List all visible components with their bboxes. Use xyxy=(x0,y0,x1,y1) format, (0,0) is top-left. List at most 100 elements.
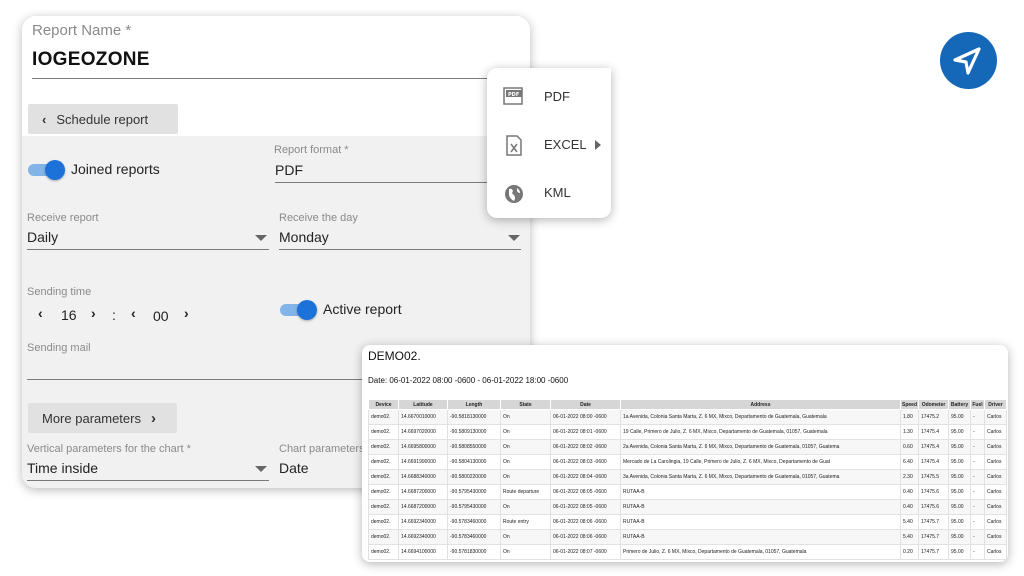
table-cell: -90.5783460000 xyxy=(447,514,501,530)
table-row: demo02. 14.6694100000 -90.5781830000 On 06-0… xyxy=(368,544,1007,560)
schedule-report-button[interactable]: ‹ Schedule report xyxy=(28,104,178,134)
joined-reports-label: Joined reports xyxy=(71,161,160,177)
table-cell: 2a Avenida, Colonia Santa Marta, Z. 6 MX… xyxy=(620,439,901,455)
table-cell: 14.6697020000 xyxy=(398,424,448,440)
hour-value[interactable]: 16 xyxy=(61,307,77,323)
table-cell: 3a Avenida, Colonia Santa Marta, Z. 6 MX… xyxy=(620,469,901,485)
table-body: demo02. 14.6670010000 -90.5818130000 On 06-0… xyxy=(368,409,1007,560)
table-cell: -90.5809130000 xyxy=(447,424,501,440)
column-header: Odometer xyxy=(918,399,949,410)
svg-text:PDF: PDF xyxy=(508,92,519,98)
table-cell: 0.40 xyxy=(900,499,919,515)
table-cell: Primero de Julio, Z. 6 MX, Mixco, Depart… xyxy=(620,544,901,560)
table-row: demo02. 14.6697020000 -90.5809130000 On 06-0… xyxy=(368,424,1007,440)
table-cell: -90.5795430000 xyxy=(447,484,501,500)
more-parameters-label: More parameters xyxy=(42,410,141,426)
table-cell: On xyxy=(500,469,551,485)
table-cell: 06-01-2022 08:03 -0600 xyxy=(550,454,621,470)
table-cell: 1a Avenida, Colonia Santa Marta, Z. 6 MX… xyxy=(620,409,901,425)
table-cell: 19 Calle, Primero de Julio, Z. 6 MX, Mix… xyxy=(620,424,901,440)
table-row: demo02. 14.6670010000 -90.5818130000 On 06-0… xyxy=(368,409,1007,425)
report-name-input[interactable]: IOGEOZONE xyxy=(32,49,150,71)
chevron-right-icon: › xyxy=(150,409,156,427)
minute-value[interactable]: 00 xyxy=(153,308,169,324)
table-cell: 95.00 xyxy=(948,439,971,455)
receive-day-underline xyxy=(279,249,521,250)
table-cell: 17475.4 xyxy=(918,439,949,455)
report-format-select[interactable]: PDF xyxy=(275,162,303,178)
table-cell: 14.6694100000 xyxy=(398,544,448,560)
column-header: Driver xyxy=(984,399,1007,410)
chevron-down-icon[interactable] xyxy=(255,466,267,472)
table-cell: 06-01-2022 08:00 -0600 xyxy=(550,409,621,425)
table-cell: 95.00 xyxy=(948,514,971,530)
chart-params-select[interactable]: Date xyxy=(279,460,309,476)
minute-decrease-icon[interactable]: ‹ xyxy=(131,305,136,321)
joined-reports-toggle[interactable] xyxy=(28,160,65,180)
table-cell: 0.60 xyxy=(900,439,919,455)
report-format-menu: PDF PDF EXCEL KML xyxy=(487,68,611,218)
send-arrow-icon xyxy=(953,47,981,75)
receive-report-select[interactable]: Daily xyxy=(27,229,58,245)
menu-item-kml[interactable]: KML xyxy=(487,173,611,213)
menu-item-pdf[interactable]: PDF PDF xyxy=(487,77,611,117)
table-cell: demo02. xyxy=(368,439,399,455)
table-cell: 06-01-2022 08:02 -0600 xyxy=(550,439,621,455)
table-cell: demo02. xyxy=(368,529,399,545)
table-row: demo02. 14.6687200000 -90.5795430000 Route … xyxy=(368,484,1007,500)
table-cell: 17475.5 xyxy=(918,469,949,485)
menu-item-excel[interactable]: EXCEL xyxy=(487,125,611,165)
vertical-params-select[interactable]: Time inside xyxy=(27,460,98,476)
send-report-button[interactable] xyxy=(940,32,997,89)
table-cell: 17475.6 xyxy=(918,499,949,515)
table-cell: - xyxy=(970,469,985,485)
table-cell: 95.00 xyxy=(948,499,971,515)
menu-item-kml-label: KML xyxy=(544,185,571,200)
table-cell: 14.6688340000 xyxy=(398,469,448,485)
table-cell: 0.40 xyxy=(900,484,919,500)
minute-increase-icon[interactable]: › xyxy=(184,305,189,321)
table-cell: Carlos xyxy=(984,454,1007,470)
report-name-label: Report Name * xyxy=(32,22,132,39)
table-cell: -90.5781830000 xyxy=(447,544,501,560)
table-cell: 5.40 xyxy=(900,529,919,545)
column-header: Date xyxy=(550,399,621,410)
more-parameters-button[interactable]: More parameters › xyxy=(28,403,177,433)
table-cell: 95.00 xyxy=(948,454,971,470)
table-cell: demo02. xyxy=(368,409,399,425)
column-header: Speed xyxy=(900,399,919,410)
table-cell: RUTAA-B xyxy=(620,514,901,530)
active-report-toggle[interactable] xyxy=(280,300,317,320)
receive-report-label: Receive report xyxy=(27,212,99,224)
table-cell: Route departure xyxy=(500,484,551,500)
menu-item-excel-label: EXCEL xyxy=(544,137,587,152)
table-cell: -90.5808550000 xyxy=(447,439,501,455)
receive-day-select[interactable]: Monday xyxy=(279,229,329,245)
table-row: demo02. 14.6692340000 -90.5783460000 Route … xyxy=(368,514,1007,530)
table-row: demo02. 14.6688340000 -90.5800220000 On 06-0… xyxy=(368,469,1007,485)
column-header: Address xyxy=(620,399,901,410)
table-cell: - xyxy=(970,484,985,500)
table-header-row: Device Latitude Length State Date Address Spee… xyxy=(368,399,1007,410)
table-cell: 06-01-2022 08:04 -0600 xyxy=(550,469,621,485)
table-cell: - xyxy=(970,424,985,440)
chevron-down-icon[interactable] xyxy=(255,235,267,241)
table-cell: -90.5783460000 xyxy=(447,529,501,545)
hour-decrease-icon[interactable]: ‹ xyxy=(38,305,43,321)
report-preview: DEMO02. Date: 06-01-2022 08:00 -0600 - 0… xyxy=(362,345,1008,562)
hour-increase-icon[interactable]: › xyxy=(91,305,96,321)
table-cell: - xyxy=(970,499,985,515)
column-header: Length xyxy=(447,399,501,410)
table-cell: - xyxy=(970,529,985,545)
globe-icon xyxy=(505,185,523,203)
table-cell: -90.5804130000 xyxy=(447,454,501,470)
receive-report-underline xyxy=(27,249,269,250)
table-cell: 17475.7 xyxy=(918,529,949,545)
table-cell: Carlos xyxy=(984,484,1007,500)
chevron-down-icon[interactable] xyxy=(508,235,520,241)
table-cell: 06-01-2022 08:01 -0600 xyxy=(550,424,621,440)
time-separator: : xyxy=(112,307,116,323)
table-cell: On xyxy=(500,424,551,440)
table-cell: Route entry xyxy=(500,514,551,530)
report-table: Device Latitude Length State Date Address Spee… xyxy=(368,399,1007,560)
